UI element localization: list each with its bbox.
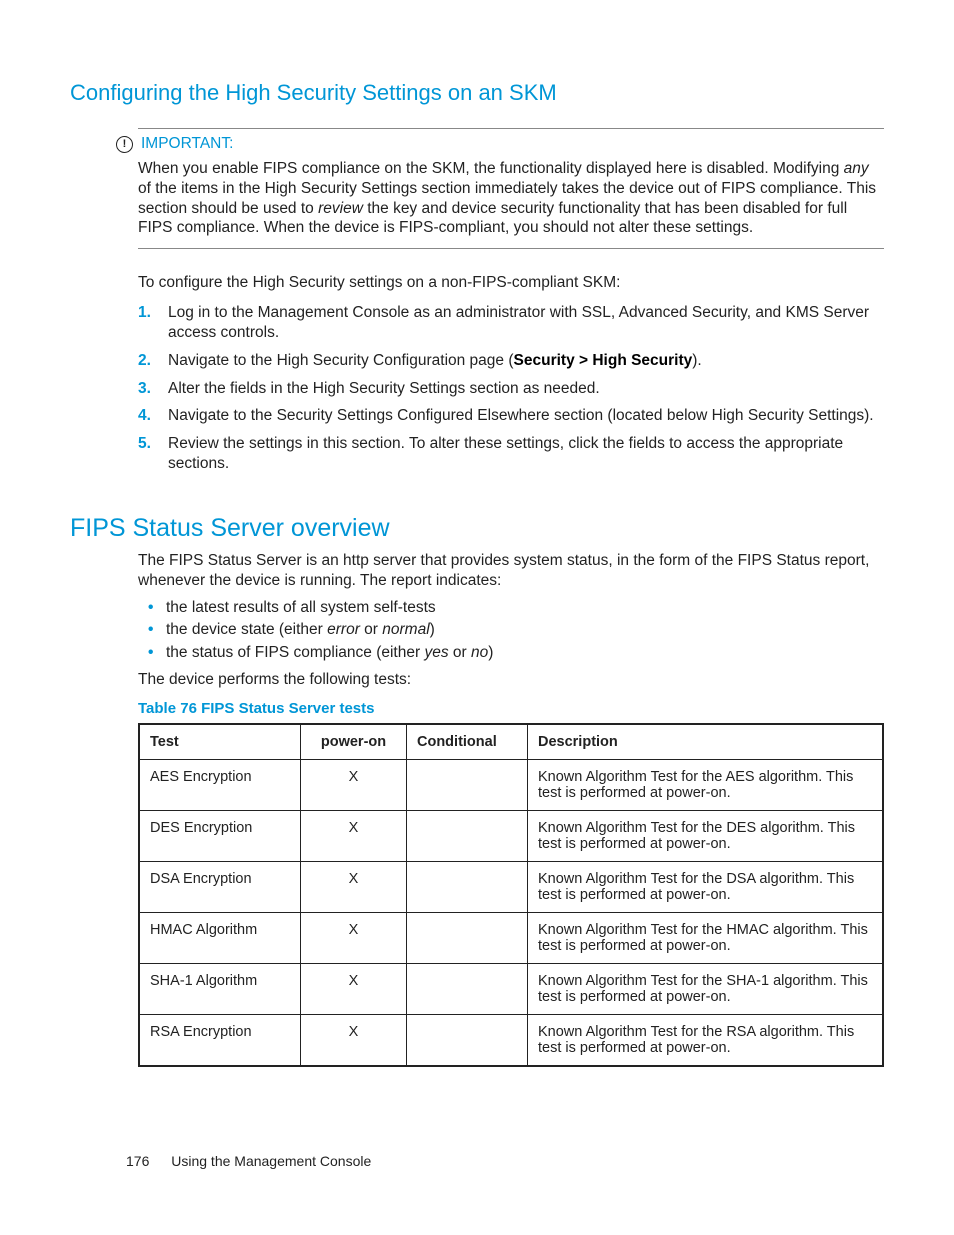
cell-description: Known Algorithm Test for the DES algorit… <box>528 810 884 861</box>
text-italic: yes <box>424 644 448 661</box>
text-fragment: Navigate to the High Security Configurat… <box>168 352 514 369</box>
cell-description: Known Algorithm Test for the DSA algorit… <box>528 861 884 912</box>
cell-conditional <box>407 810 528 861</box>
cell-conditional <box>407 912 528 963</box>
bullet-item: the device state (either error or normal… <box>138 619 884 641</box>
page-footer: 176 Using the Management Console <box>126 1153 371 1169</box>
cell-conditional <box>407 759 528 810</box>
cell-test: RSA Encryption <box>139 1014 301 1066</box>
table-row: SHA-1 AlgorithmX Known Algorithm Test for… <box>139 963 883 1014</box>
important-text: When you enable FIPS compliance on the S… <box>138 159 884 238</box>
text-italic: review <box>318 200 363 217</box>
cell-poweron: X <box>301 861 407 912</box>
col-header-test: Test <box>139 724 301 760</box>
step-item: Navigate to the High Security Configurat… <box>138 351 884 371</box>
cell-description: Known Algorithm Test for the RSA algorit… <box>528 1014 884 1066</box>
step-item: Log in to the Management Console as an a… <box>138 303 884 343</box>
col-header-description: Description <box>528 724 884 760</box>
divider <box>138 128 884 129</box>
text-fragment: or <box>449 644 471 661</box>
fips-overview-body: The FIPS Status Server is an http server… <box>138 551 884 1067</box>
divider <box>138 248 884 249</box>
cell-conditional <box>407 963 528 1014</box>
procedure-steps: Log in to the Management Console as an a… <box>138 303 884 474</box>
cell-conditional <box>407 861 528 912</box>
procedure-intro: To configure the High Security settings … <box>138 273 884 293</box>
text-fragment: ) <box>430 621 435 638</box>
table-row: DES EncryptionX Known Algorithm Test for … <box>139 810 883 861</box>
cell-poweron: X <box>301 759 407 810</box>
document-page: Configuring the High Security Settings o… <box>0 0 954 1235</box>
text-fragment: the latest results of all system self-te… <box>166 599 436 616</box>
table-row: HMAC AlgorithmX Known Algorithm Test for … <box>139 912 883 963</box>
important-icon: ! <box>116 136 133 153</box>
overview-bullets: the latest results of all system self-te… <box>138 597 884 664</box>
text-fragment: the device state (either <box>166 621 327 638</box>
cell-test: SHA-1 Algorithm <box>139 963 301 1014</box>
text-fragment: ) <box>488 644 493 661</box>
cell-description: Known Algorithm Test for the AES algorit… <box>528 759 884 810</box>
text-fragment: or <box>360 621 382 638</box>
table-row: RSA EncryptionX Known Algorithm Test for … <box>139 1014 883 1066</box>
cell-test: AES Encryption <box>139 759 301 810</box>
section-heading-high-security: Configuring the High Security Settings o… <box>70 80 884 106</box>
chapter-title: Using the Management Console <box>171 1153 371 1169</box>
important-callout: ! IMPORTANT: When you enable FIPS compli… <box>138 128 884 249</box>
page-number: 176 <box>126 1153 149 1169</box>
step-item: Review the settings in this section. To … <box>138 434 884 474</box>
text-fragment: When you enable FIPS compliance on the S… <box>138 160 844 177</box>
col-header-poweron: power-on <box>301 724 407 760</box>
cell-test: DSA Encryption <box>139 861 301 912</box>
text-fragment: the status of FIPS compliance (either <box>166 644 424 661</box>
cell-poweron: X <box>301 912 407 963</box>
cell-description: Known Algorithm Test for the SHA-1 algor… <box>528 963 884 1014</box>
cell-conditional <box>407 1014 528 1066</box>
table-header-row: Test power-on Conditional Description <box>139 724 883 760</box>
cell-test: DES Encryption <box>139 810 301 861</box>
table-row: DSA EncryptionX Known Algorithm Test for … <box>139 861 883 912</box>
cell-poweron: X <box>301 1014 407 1066</box>
text-italic: any <box>844 160 869 177</box>
step-item: Alter the fields in the High Security Se… <box>138 379 884 399</box>
fips-tests-table: Test power-on Conditional Description AE… <box>138 723 884 1067</box>
bullet-item: the latest results of all system self-te… <box>138 597 884 619</box>
text-italic: error <box>327 621 360 638</box>
important-label: IMPORTANT: <box>141 135 233 153</box>
col-header-conditional: Conditional <box>407 724 528 760</box>
cell-test: HMAC Algorithm <box>139 912 301 963</box>
procedure-block: To configure the High Security settings … <box>138 273 884 474</box>
overview-intro: The FIPS Status Server is an http server… <box>138 551 884 591</box>
step-item: Navigate to the Security Settings Config… <box>138 406 884 426</box>
table-row: AES EncryptionX Known Algorithm Test for … <box>139 759 883 810</box>
text-fragment: ). <box>692 352 701 369</box>
cell-poweron: X <box>301 810 407 861</box>
cell-poweron: X <box>301 963 407 1014</box>
section-heading-fips-overview: FIPS Status Server overview <box>70 514 884 543</box>
table-caption: Table 76 FIPS Status Server tests <box>138 700 884 717</box>
cell-description: Known Algorithm Test for the HMAC algori… <box>528 912 884 963</box>
text-italic: no <box>471 644 488 661</box>
text-bold: Security > High Security <box>514 352 693 369</box>
text-italic: normal <box>382 621 429 638</box>
bullet-item: the status of FIPS compliance (either ye… <box>138 642 884 664</box>
post-bullets-text: The device performs the following tests: <box>138 670 884 690</box>
